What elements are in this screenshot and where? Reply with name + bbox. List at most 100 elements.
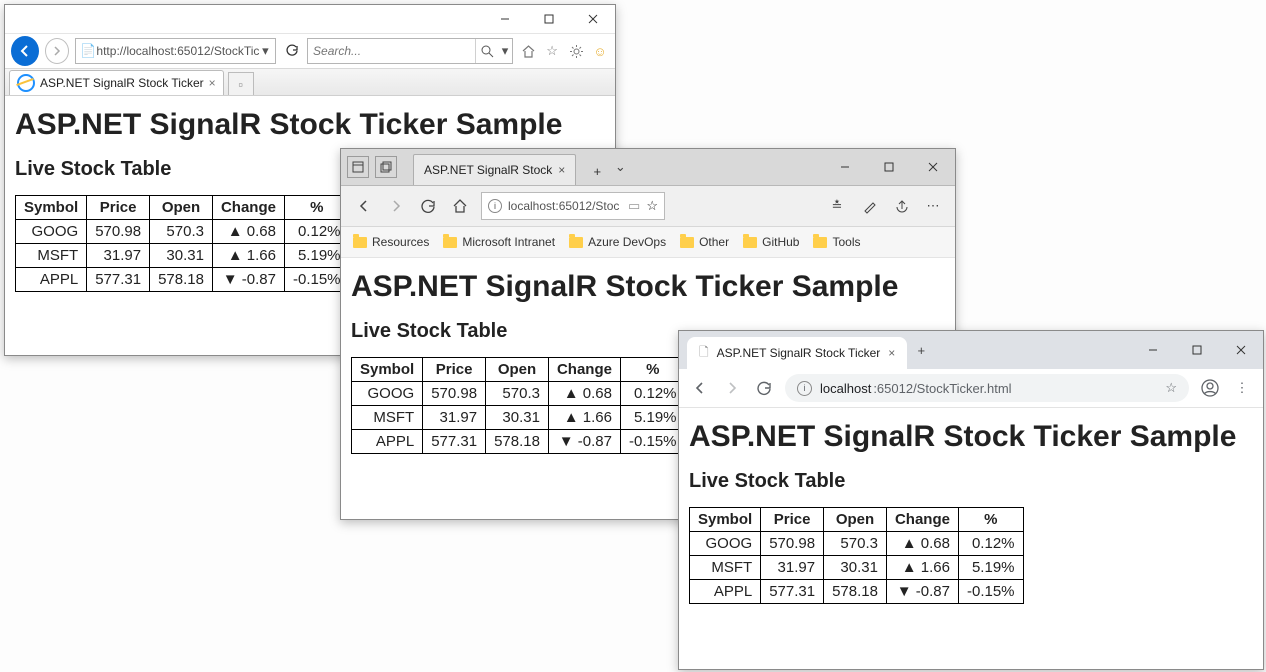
chrome-page: ASP.NET SignalR Stock Ticker Sample Live… bbox=[679, 408, 1263, 618]
table-header-row: Symbol Price Open Change % bbox=[352, 358, 686, 382]
minimize-button[interactable] bbox=[823, 153, 867, 181]
tabs-aside-icon[interactable] bbox=[347, 156, 369, 178]
info-icon[interactable]: i bbox=[797, 381, 812, 396]
reading-view-icon[interactable]: ▭ bbox=[628, 198, 640, 214]
forward-button[interactable] bbox=[45, 38, 69, 64]
address-bar[interactable]: i localhost:65012/Stoc ▭ ☆ bbox=[481, 192, 665, 220]
cell-open: 578.18 bbox=[824, 580, 887, 604]
back-button[interactable] bbox=[689, 380, 711, 396]
address-bar[interactable]: i localhost:65012/StockTicker.html ☆ bbox=[785, 374, 1189, 402]
smiley-icon[interactable]: ☺ bbox=[591, 43, 609, 59]
url-text: localhost:65012/Stoc bbox=[508, 199, 622, 213]
chevron-down-icon[interactable]: ▾ bbox=[259, 43, 271, 59]
maximize-button[interactable] bbox=[527, 5, 571, 33]
gear-icon[interactable] bbox=[567, 43, 585, 59]
cell-change: ▲ 1.66 bbox=[548, 406, 620, 430]
folder-icon bbox=[813, 237, 827, 248]
back-button[interactable] bbox=[11, 36, 39, 66]
favorites-icon[interactable]: ☆ bbox=[543, 43, 561, 59]
folder-icon bbox=[353, 237, 367, 248]
more-icon[interactable]: ⋯ bbox=[923, 198, 943, 214]
refresh-button[interactable] bbox=[282, 44, 301, 58]
share-icon[interactable] bbox=[891, 198, 911, 214]
cell-symbol: MSFT bbox=[690, 556, 761, 580]
stock-table: Symbol Price Open Change % GOOG570.98570… bbox=[351, 357, 686, 454]
cell-change: ▲ 1.66 bbox=[212, 244, 284, 268]
ie-logo-icon bbox=[17, 74, 35, 92]
new-tab-button[interactable]: + bbox=[907, 336, 935, 364]
tabs-preview-icon[interactable] bbox=[375, 156, 397, 178]
cell-open: 30.31 bbox=[824, 556, 887, 580]
close-tab-icon[interactable]: × bbox=[209, 76, 216, 90]
favorite-item[interactable]: Resources bbox=[353, 235, 429, 249]
folder-icon bbox=[569, 237, 583, 248]
home-icon[interactable] bbox=[519, 43, 537, 59]
tab-stockticker[interactable]: ASP.NET SignalR Stock Ticker × bbox=[9, 70, 224, 95]
profile-icon[interactable] bbox=[1199, 379, 1221, 397]
favorite-item[interactable]: GitHub bbox=[743, 235, 799, 249]
refresh-button[interactable] bbox=[417, 198, 439, 214]
folder-icon bbox=[743, 237, 757, 248]
favorite-item[interactable]: Azure DevOps bbox=[569, 235, 666, 249]
minimize-button[interactable] bbox=[483, 5, 527, 33]
maximize-button[interactable] bbox=[867, 153, 911, 181]
back-button[interactable] bbox=[353, 198, 375, 214]
favorite-item[interactable]: Tools bbox=[813, 235, 860, 249]
cell-change: ▲ 0.68 bbox=[548, 382, 620, 406]
col-price: Price bbox=[761, 508, 824, 532]
forward-button[interactable] bbox=[721, 380, 743, 396]
col-change: Change bbox=[212, 196, 284, 220]
table-row: GOOG570.98570.3▲ 0.680.12% bbox=[690, 532, 1024, 556]
favorite-item[interactable]: Other bbox=[680, 235, 729, 249]
info-icon[interactable]: i bbox=[488, 199, 502, 213]
search-input[interactable] bbox=[308, 44, 475, 58]
col-change: Change bbox=[548, 358, 620, 382]
cell-open: 570.3 bbox=[150, 220, 213, 244]
tab-stockticker[interactable]: ASP.NET SignalR Stock × bbox=[413, 154, 576, 185]
table-header-row: Symbol Price Open Change % bbox=[16, 196, 350, 220]
favorite-star-icon[interactable]: ☆ bbox=[1165, 380, 1177, 396]
close-tab-icon[interactable]: × bbox=[558, 163, 565, 177]
favorites-list-icon[interactable]: ≛ bbox=[827, 198, 847, 214]
stock-table: Symbol Price Open Change % GOOG570.98570… bbox=[15, 195, 350, 292]
chevron-down-icon[interactable]: ⌄ bbox=[610, 159, 630, 175]
ie-navbar: 📄 http://localhost:65012/StockTic ▾ ▾ ☆ … bbox=[5, 34, 615, 68]
home-icon[interactable] bbox=[449, 198, 471, 214]
chrome-window: 🗋 ASP.NET SignalR Stock Ticker × + i loc… bbox=[678, 330, 1264, 670]
close-button[interactable] bbox=[911, 153, 955, 181]
address-bar[interactable]: 📄 http://localhost:65012/StockTic ▾ bbox=[75, 38, 276, 64]
cell-symbol: APPL bbox=[690, 580, 761, 604]
tab-stockticker[interactable]: 🗋 ASP.NET SignalR Stock Ticker × bbox=[687, 337, 907, 369]
notes-icon[interactable] bbox=[859, 198, 879, 214]
favorite-item[interactable]: Microsoft Intranet bbox=[443, 235, 555, 249]
page-icon: 🗋 bbox=[699, 343, 709, 364]
tab-title: ASP.NET SignalR Stock Ticker bbox=[717, 346, 881, 360]
folder-icon bbox=[680, 237, 694, 248]
page-icon: 📄 bbox=[80, 43, 96, 59]
close-button[interactable] bbox=[1219, 336, 1263, 364]
section-title: Live Stock Table bbox=[689, 470, 1253, 493]
search-box[interactable]: ▾ bbox=[307, 38, 513, 64]
ie-toolbar-icons: ☆ ☺ bbox=[519, 43, 609, 59]
cell-price: 570.98 bbox=[423, 382, 486, 406]
refresh-button[interactable] bbox=[753, 380, 775, 396]
maximize-button[interactable] bbox=[1175, 336, 1219, 364]
cell-price: 577.31 bbox=[87, 268, 150, 292]
new-tab-button[interactable]: ▫ bbox=[228, 72, 254, 95]
col-pct: % bbox=[620, 358, 685, 382]
favorite-star-icon[interactable]: ☆ bbox=[646, 198, 658, 214]
col-change: Change bbox=[886, 508, 958, 532]
cell-pct: 0.12% bbox=[620, 382, 685, 406]
minimize-button[interactable] bbox=[1131, 336, 1175, 364]
close-button[interactable] bbox=[571, 5, 615, 33]
chevron-down-icon[interactable]: ▾ bbox=[498, 43, 512, 59]
search-icon[interactable] bbox=[475, 39, 498, 63]
new-tab-button[interactable]: + bbox=[584, 157, 610, 185]
forward-button[interactable] bbox=[385, 198, 407, 214]
close-tab-icon[interactable]: × bbox=[888, 346, 895, 360]
more-icon[interactable]: ⋮ bbox=[1231, 379, 1253, 397]
favorite-label: Microsoft Intranet bbox=[462, 235, 555, 249]
table-row: MSFT31.9730.31▲ 1.665.19% bbox=[690, 556, 1024, 580]
col-symbol: Symbol bbox=[690, 508, 761, 532]
col-price: Price bbox=[87, 196, 150, 220]
